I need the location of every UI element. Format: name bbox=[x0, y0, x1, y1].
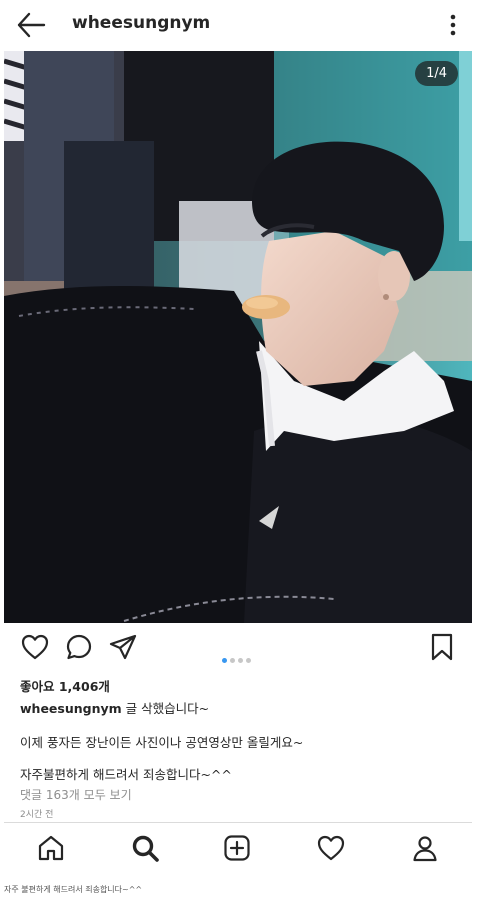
comment-icon[interactable] bbox=[64, 632, 94, 662]
home-icon[interactable] bbox=[36, 833, 66, 863]
post-photo[interactable]: 1/4 bbox=[4, 51, 472, 623]
post-actions bbox=[4, 628, 472, 672]
activity-heart-icon[interactable] bbox=[316, 833, 346, 863]
caption-line-1: 이제 풍자든 장난이든 사진이나 공연영상만 올릴게요~ bbox=[20, 735, 304, 750]
likes-count[interactable]: 좋아요 1,406개 bbox=[20, 676, 110, 695]
back-arrow-icon[interactable] bbox=[16, 11, 46, 39]
caption-text: 글 삭했습니다~ bbox=[125, 701, 210, 716]
post-timestamp: 2시간 전 bbox=[20, 810, 54, 820]
search-icon[interactable] bbox=[130, 833, 160, 863]
carousel-dot bbox=[246, 658, 251, 663]
caption-line-2: 자주불편하게 해드려서 죄송합니다~^^ bbox=[20, 767, 232, 782]
caption-username[interactable]: wheesungnym bbox=[20, 701, 122, 716]
profile-icon[interactable] bbox=[410, 833, 440, 863]
carousel-dot bbox=[238, 658, 243, 663]
image-footer-caption: 자주 불편하게 해드려서 죄송합니다~^^ bbox=[4, 885, 143, 894]
post-header: wheesungnym bbox=[4, 0, 472, 50]
carousel-counter: 1/4 bbox=[415, 61, 458, 86]
view-all-comments-link[interactable]: 댓글 163개 모두 보기 bbox=[20, 786, 132, 803]
bookmark-icon[interactable] bbox=[428, 632, 456, 662]
carousel-dot-active bbox=[222, 658, 227, 663]
heart-icon[interactable] bbox=[20, 632, 50, 662]
share-icon[interactable] bbox=[108, 632, 138, 662]
more-vertical-icon[interactable] bbox=[450, 14, 456, 36]
header-username[interactable]: wheesungnym bbox=[72, 13, 210, 33]
photo-illustration bbox=[4, 51, 472, 623]
bottom-tab-bar bbox=[4, 822, 472, 873]
carousel-dot bbox=[230, 658, 235, 663]
carousel-dots bbox=[222, 648, 254, 667]
post-caption: wheesungnym 글 삭했습니다~ bbox=[20, 698, 209, 717]
add-icon[interactable] bbox=[222, 833, 252, 863]
instagram-post-screen: wheesungnym 1/4 좋아요 1,406개 wheesungnym 글… bbox=[4, 0, 472, 876]
